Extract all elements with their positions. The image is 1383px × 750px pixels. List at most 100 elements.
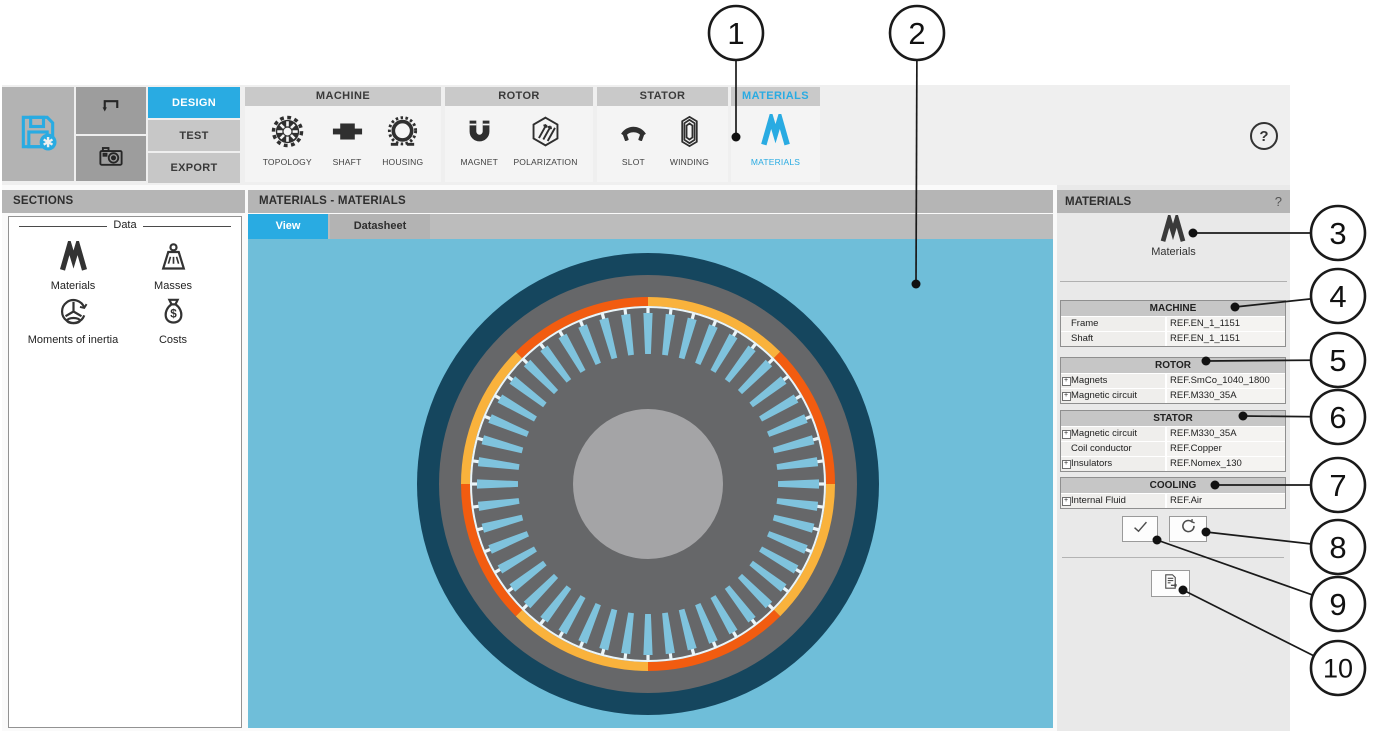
app-window: MACHINE TOPOLOGY SHAFT HOUSING ROTOR MAGNET PO… [2,85,1290,731]
ribbon-group-rotor: ROTOR MAGNET POLARIZATION [445,87,593,182]
tab-test[interactable]: TEST [148,120,240,151]
undo-icon [96,93,126,128]
materials-table-stator: STATOR+Magnetic circuitREF.M330_35ACoil … [1060,410,1286,472]
save-button[interactable] [2,87,74,181]
screenshot-button[interactable] [76,136,146,181]
group-title: STATOR [597,87,728,106]
sections-title: SECTIONS [13,195,73,207]
view-panel-header: MATERIALS - MATERIALS [248,190,1053,213]
restore-button[interactable] [1169,516,1207,542]
help-button[interactable]: ? [1250,122,1278,150]
polarization-icon [528,114,563,154]
section-item-masses[interactable]: Masses [113,241,233,292]
camera-icon [96,141,126,176]
materials-icon-label: Materials [1057,246,1290,258]
row-value[interactable]: REF.M330_35A [1165,427,1285,441]
slot-icon [616,114,651,154]
toolbar-item-slot[interactable]: SLOT [616,114,651,167]
view-tabs: ViewDatasheet [248,214,1053,239]
group-title: MATERIALS [731,87,820,106]
group-title: ROTOR [445,87,593,106]
section-item-costs[interactable]: $ Costs [113,295,233,346]
undo-button[interactable] [76,87,146,134]
toolbar-item-magnet[interactable]: MAGNET [460,114,498,167]
section-item-label: Masses [113,280,233,292]
row-label: Frame [1071,317,1165,331]
group-body: TOPOLOGY SHAFT HOUSING [245,106,441,167]
toolbar-item-shaft[interactable]: SHAFT [330,114,365,167]
row-value[interactable]: REF.SmCo_1040_1800 [1165,374,1285,388]
magnet-icon [462,114,497,154]
row-indent [1061,332,1071,346]
tab-export[interactable]: EXPORT [148,153,240,183]
row-value[interactable]: REF.Air [1165,494,1285,508]
properties-panel: MATERIALS ? Materials MACHINEFrameREF.EN… [1057,185,1290,731]
data-group-label: Data [9,219,241,231]
expand-toggle[interactable]: + [1061,374,1071,388]
machine-view-canvas[interactable] [248,239,1053,728]
svg-text:9: 9 [1329,587,1346,622]
inertia-icon [57,315,90,332]
svg-text:4: 4 [1329,279,1346,314]
table-header-rotor: ROTOR [1061,358,1285,374]
materials-table-machine: MACHINEFrameREF.EN_1_1151ShaftREF.EN_1_1… [1060,300,1286,347]
row-value[interactable]: REF.Copper [1165,442,1285,456]
sections-panel-header: SECTIONS [2,190,245,213]
row-label: Insulators [1071,457,1165,471]
materials-icon [57,261,90,278]
table-row: Coil conductorREF.Copper [1061,442,1285,457]
toolbar-item-topology[interactable]: TOPOLOGY [263,114,312,167]
section-item-label: Costs [113,334,233,346]
ribbon-group-machine: MACHINETOPOLOGYSHAFTHOUSING [245,87,441,182]
row-value[interactable]: REF.M330_35A [1165,389,1285,403]
properties-panel-header: MATERIALS ? [1057,190,1290,213]
export-button[interactable] [1151,570,1190,597]
materials-table-rotor: ROTOR+MagnetsREF.SmCo_1040_1800+Magnetic… [1060,357,1286,404]
row-indent [1061,442,1071,456]
costs-icon: $ [157,315,190,332]
housing-icon [385,114,420,154]
shaft-icon [330,114,365,154]
row-indent [1061,317,1071,331]
row-label: Magnetic circuit [1071,427,1165,441]
row-label: Shaft [1071,332,1165,346]
toolbar-item-label: TOPOLOGY [263,157,312,167]
tab-design[interactable]: DESIGN [148,87,240,118]
expand-toggle[interactable]: + [1061,457,1071,471]
row-value[interactable]: REF.Nomex_130 [1165,457,1285,471]
toolbar-item-label: MATERIALS [751,157,800,167]
svg-text:2: 2 [908,16,925,51]
view-panel-title: MATERIALS - MATERIALS [259,195,406,207]
sections-box: Data MaterialsMassesMoments of inertia$C… [8,216,242,728]
apply-button[interactable] [1122,516,1158,542]
toolbar-item-materials[interactable]: MATERIALS [751,114,800,167]
toolbar-item-label: SLOT [622,157,645,167]
expand-toggle[interactable]: + [1061,494,1071,508]
expand-toggle[interactable]: + [1061,389,1071,403]
toolbar-item-housing[interactable]: HOUSING [382,114,423,167]
toolbar-item-label: WINDING [670,157,709,167]
table-header-machine: MACHINE [1061,301,1285,317]
shaft [573,409,723,559]
table-header-stator: STATOR [1061,411,1285,427]
group-body: MATERIALS [731,106,820,167]
table-row: +Magnetic circuitREF.M330_35A [1061,427,1285,442]
row-value[interactable]: REF.EN_1_1151 [1165,332,1285,346]
toolbar-item-label: SHAFT [333,157,362,167]
table-row: ShaftREF.EN_1_1151 [1061,332,1285,346]
materials-icon [1158,215,1188,245]
export-icon [1161,572,1180,596]
svg-text:6: 6 [1329,400,1346,435]
view-tab-datasheet[interactable]: Datasheet [330,214,430,239]
toolbar-item-winding[interactable]: WINDING [670,114,709,167]
properties-title: MATERIALS [1065,196,1131,208]
row-value[interactable]: REF.EN_1_1151 [1165,317,1285,331]
expand-toggle[interactable]: + [1061,427,1071,441]
panel-help-button[interactable]: ? [1275,194,1282,209]
toolbar-item-polarization[interactable]: POLARIZATION [513,114,577,167]
svg-text:1: 1 [727,16,744,51]
divider [1060,281,1287,282]
restore-icon [1179,517,1198,541]
view-tab-view[interactable]: View [248,214,328,239]
row-label: Internal Fluid [1071,494,1165,508]
